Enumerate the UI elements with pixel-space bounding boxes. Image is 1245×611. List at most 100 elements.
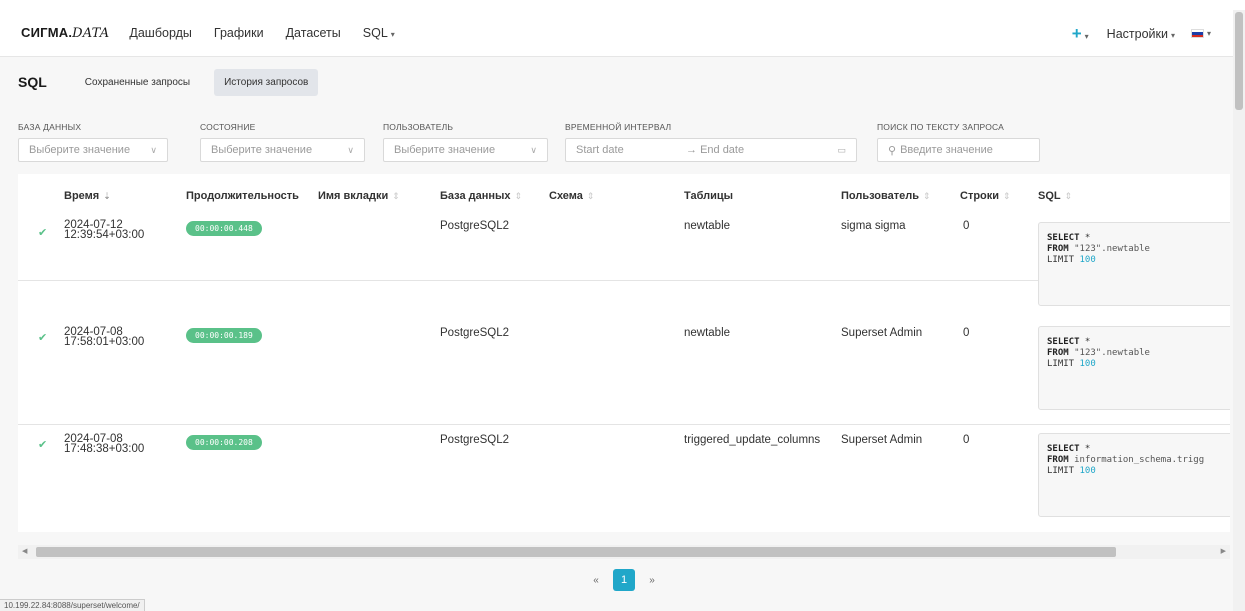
database-select[interactable]: Выберите значение ∨ (18, 138, 168, 162)
rows-cell: 0 (963, 327, 970, 339)
select-placeholder: Выберите значение (29, 144, 131, 156)
sql-text: "123".newtable (1068, 348, 1150, 358)
filter-status: Состояние Выберите значение ∨ (200, 122, 365, 162)
prev-page-button[interactable]: « (585, 575, 607, 586)
calendar-icon: ▭ (837, 144, 846, 155)
user-cell: Superset Admin (841, 434, 923, 446)
database-cell: PostgreSQL2 (440, 434, 510, 446)
language-menu[interactable]: ▾ (1175, 29, 1211, 38)
sql-number: 100 (1079, 359, 1096, 369)
sql-text: * (1079, 337, 1091, 347)
scrollbar-thumb[interactable] (1235, 12, 1243, 110)
navbar: СИГМА.DATA Дашборды Графики Датасеты SQL… (0, 10, 1233, 57)
rows-cell: 0 (963, 220, 970, 232)
sql-line: LIMIT 100 (1047, 359, 1229, 370)
duration-badge: 00:00:00.448 (186, 221, 262, 236)
settings-label: Настройки (1106, 26, 1168, 41)
sql-text: * (1079, 233, 1091, 243)
sql-keyword: FROM (1047, 455, 1069, 465)
filter-label: База данных (18, 122, 82, 132)
tables-cell: triggered_update_columns (684, 434, 821, 446)
nav-sql[interactable]: SQL ▾ (363, 26, 395, 40)
sql-keyword: LIMIT (1047, 255, 1075, 265)
chevron-down-icon: ▾ (1084, 31, 1089, 41)
chevron-down-icon: ▾ (1206, 29, 1211, 38)
scroll-left-icon[interactable]: ◀ (22, 547, 27, 555)
table-row[interactable]: ✔ 2024-07-08 17:58:01+03:00 00:00:00.189 … (18, 319, 1230, 425)
user-select[interactable]: Выберите значение ∨ (383, 138, 548, 162)
next-page-button[interactable]: » (641, 575, 663, 586)
sql-text: "123".newtable (1068, 244, 1150, 254)
tables-cell: newtable (684, 327, 731, 339)
page-button-current[interactable]: 1 (613, 569, 635, 591)
brand-italic: DATA (72, 26, 110, 41)
add-menu[interactable]: + ▾ (1072, 24, 1089, 44)
search-input[interactable]: ⚲ Введите значение (877, 138, 1040, 162)
query-time: 2024-07-12 12:39:54+03:00 (64, 219, 145, 241)
filter-user: Пользователь Выберите значение ∨ (383, 122, 548, 162)
sql-preview[interactable]: SELECT * FROM information_schema.trigg LIM… (1038, 433, 1230, 517)
table-row[interactable]: ✔ 2024-07-12 12:39:54+03:00 00:00:00.448 … (18, 174, 1230, 306)
sql-keyword: SELECT (1047, 444, 1080, 454)
sql-keyword: LIMIT (1047, 466, 1075, 476)
database-cell: PostgreSQL2 (440, 220, 510, 232)
nav-dashboards[interactable]: Дашборды (129, 26, 192, 40)
scrollbar-thumb[interactable] (36, 547, 1116, 557)
tab-saved-queries[interactable]: Сохраненные запросы (75, 69, 200, 96)
brand-main: СИГМА. (21, 25, 73, 40)
sql-line: FROM "123".newtable (1047, 244, 1229, 255)
start-date-input[interactable]: Start date (576, 144, 624, 156)
nav-right: + ▾ Настройки ▾ ▾ (1072, 10, 1233, 57)
success-check-icon: ✔ (38, 227, 48, 239)
page-title: SQL (18, 74, 47, 90)
select-placeholder: Выберите значение (211, 144, 313, 156)
end-date-input[interactable]: → End date (686, 144, 744, 156)
success-check-icon: ✔ (38, 439, 48, 451)
plus-icon: + (1071, 23, 1082, 43)
settings-menu[interactable]: Настройки ▾ (1107, 27, 1175, 41)
sql-number: 100 (1079, 466, 1096, 476)
sql-line: SELECT * (1047, 233, 1229, 244)
filter-label: Состояние (200, 122, 256, 132)
sql-line: LIMIT 100 (1047, 255, 1229, 266)
rows-cell: 0 (963, 434, 970, 446)
sql-keyword: FROM (1047, 348, 1069, 358)
query-clock: 12:39:54+03:00 (64, 229, 145, 241)
success-check-icon: ✔ (38, 332, 48, 344)
horizontal-scrollbar[interactable]: ◀ ▶ (18, 545, 1230, 559)
status-select[interactable]: Выберите значение ∨ (200, 138, 365, 162)
filter-search: Поиск по тексту запроса ⚲ Введите значени… (877, 122, 1040, 162)
brand-logo[interactable]: СИГМА.DATA (21, 25, 109, 41)
sql-preview[interactable]: SELECT * FROM "123".newtable LIMIT 100 (1038, 326, 1230, 410)
sql-line: FROM information_schema.trigg (1047, 455, 1229, 466)
table-row[interactable]: ✔ 2024-07-08 17:48:38+03:00 00:00:00.208 … (18, 426, 1230, 532)
sql-preview[interactable]: SELECT * FROM "123".newtable LIMIT 100 (1038, 222, 1230, 306)
sql-line: FROM "123".newtable (1047, 348, 1229, 359)
chevron-down-icon: ∨ (150, 144, 157, 155)
date-range-picker[interactable]: Start date → End date ▭ (565, 138, 857, 162)
sql-line: SELECT * (1047, 444, 1229, 455)
nav-datasets[interactable]: Датасеты (286, 26, 341, 40)
filter-label: Временной интервал (565, 122, 672, 132)
scroll-right-icon[interactable]: ▶ (1221, 547, 1226, 555)
top-strip (0, 0, 1245, 10)
russia-flag-icon (1190, 29, 1204, 38)
chevron-down-icon: ∨ (347, 144, 354, 155)
vertical-scrollbar[interactable] (1233, 10, 1245, 611)
sql-number: 100 (1079, 255, 1096, 265)
sql-keyword: FROM (1047, 244, 1069, 254)
search-icon: ⚲ (888, 144, 897, 157)
sql-text: information_schema.trigg (1068, 455, 1205, 465)
user-cell: sigma sigma (841, 220, 906, 232)
query-clock: 17:48:38+03:00 (64, 443, 145, 455)
query-time: 2024-07-08 17:48:38+03:00 (64, 433, 145, 455)
sql-text: * (1079, 444, 1091, 454)
sql-line: LIMIT 100 (1047, 466, 1229, 477)
tab-query-history[interactable]: История запросов (214, 68, 319, 96)
sql-line: SELECT * (1047, 337, 1229, 348)
user-cell: Superset Admin (841, 327, 923, 339)
pagination: « 1 » (585, 569, 663, 591)
filter-interval: Временной интервал Start date → End date… (565, 122, 857, 162)
nav-charts[interactable]: Графики (214, 26, 264, 40)
filters-bar: База данных Выберите значение ∨ Состояние… (0, 106, 1233, 172)
